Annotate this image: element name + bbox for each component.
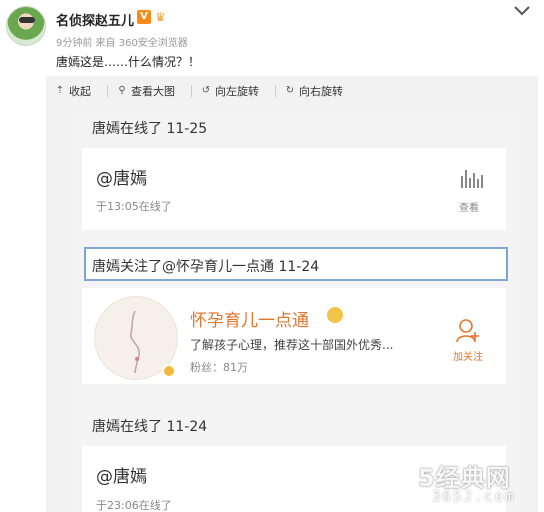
user-handle: @唐嫣	[96, 169, 147, 189]
rotate-left-icon: ↺	[201, 85, 211, 96]
toolbar-divider	[275, 85, 276, 97]
toolbar-divider	[107, 85, 108, 97]
view-large-label: 查看大图	[131, 85, 175, 98]
collapse-button[interactable]: ⇡ 收起	[54, 83, 91, 99]
rotate-right-button[interactable]: ↻ 向右旋转	[284, 83, 343, 99]
account-description: 了解孩子心理，推荐这十部国外优秀...	[190, 338, 394, 352]
watermark-main: 5经典网	[418, 464, 511, 492]
toolbar-divider	[191, 85, 192, 97]
view-link[interactable]: 查看	[459, 199, 479, 214]
collapse-label: 收起	[69, 85, 91, 98]
bar-chart-icon[interactable]	[461, 170, 483, 188]
collapse-icon: ⇡	[55, 85, 65, 96]
emoji-icon	[327, 307, 343, 323]
chevron-down-icon[interactable]	[512, 4, 532, 18]
watermark-sub: 365J.com	[432, 489, 516, 505]
rotate-right-label: 向右旋转	[299, 85, 343, 98]
author-name[interactable]: 名侦探赵五儿	[56, 10, 134, 29]
online-time: 于23:06在线了	[96, 499, 172, 512]
rotate-left-label: 向左旋转	[215, 85, 259, 98]
post-text: 唐嫣这是……什么情况？！	[56, 55, 201, 69]
account-name[interactable]: 怀孕育儿一点通	[190, 306, 309, 331]
rotate-right-icon: ↻	[285, 85, 295, 96]
member-crown-icon: ♛	[155, 10, 166, 24]
follower-count: 粉丝：81万	[190, 361, 248, 374]
view-large-button[interactable]: ⚲ 查看大图	[116, 83, 175, 99]
author-avatar[interactable]	[6, 6, 46, 46]
section-title-follow: 唐嫣关注了@怀孕育儿一点通 11-24	[92, 259, 320, 275]
section-title-online-1124: 唐嫣在线了 11-24	[92, 419, 208, 435]
follow-label: 加关注	[453, 352, 483, 363]
verified-yellow-icon	[162, 364, 176, 378]
verified-badge: V	[137, 10, 151, 24]
online-card	[82, 148, 506, 230]
online-time: 于13:05在线了	[96, 200, 172, 213]
user-handle: @唐嫣	[96, 467, 147, 487]
section-title-online-1125: 唐嫣在线了 11-25	[92, 121, 208, 137]
add-user-icon	[456, 319, 479, 343]
site-watermark: 5经典网 365J.com	[400, 458, 544, 512]
search-icon: ⚲	[118, 85, 126, 96]
rotate-left-button[interactable]: ↺ 向左旋转	[200, 83, 259, 99]
post-meta: 9分钟前 来自 360安全浏览器	[56, 38, 188, 49]
image-toolbar: ⇡ 收起 ⚲ 查看大图 ↺ 向左旋转 ↻ 向右旋转	[46, 76, 538, 106]
follow-button[interactable]: 加关注	[446, 318, 490, 366]
